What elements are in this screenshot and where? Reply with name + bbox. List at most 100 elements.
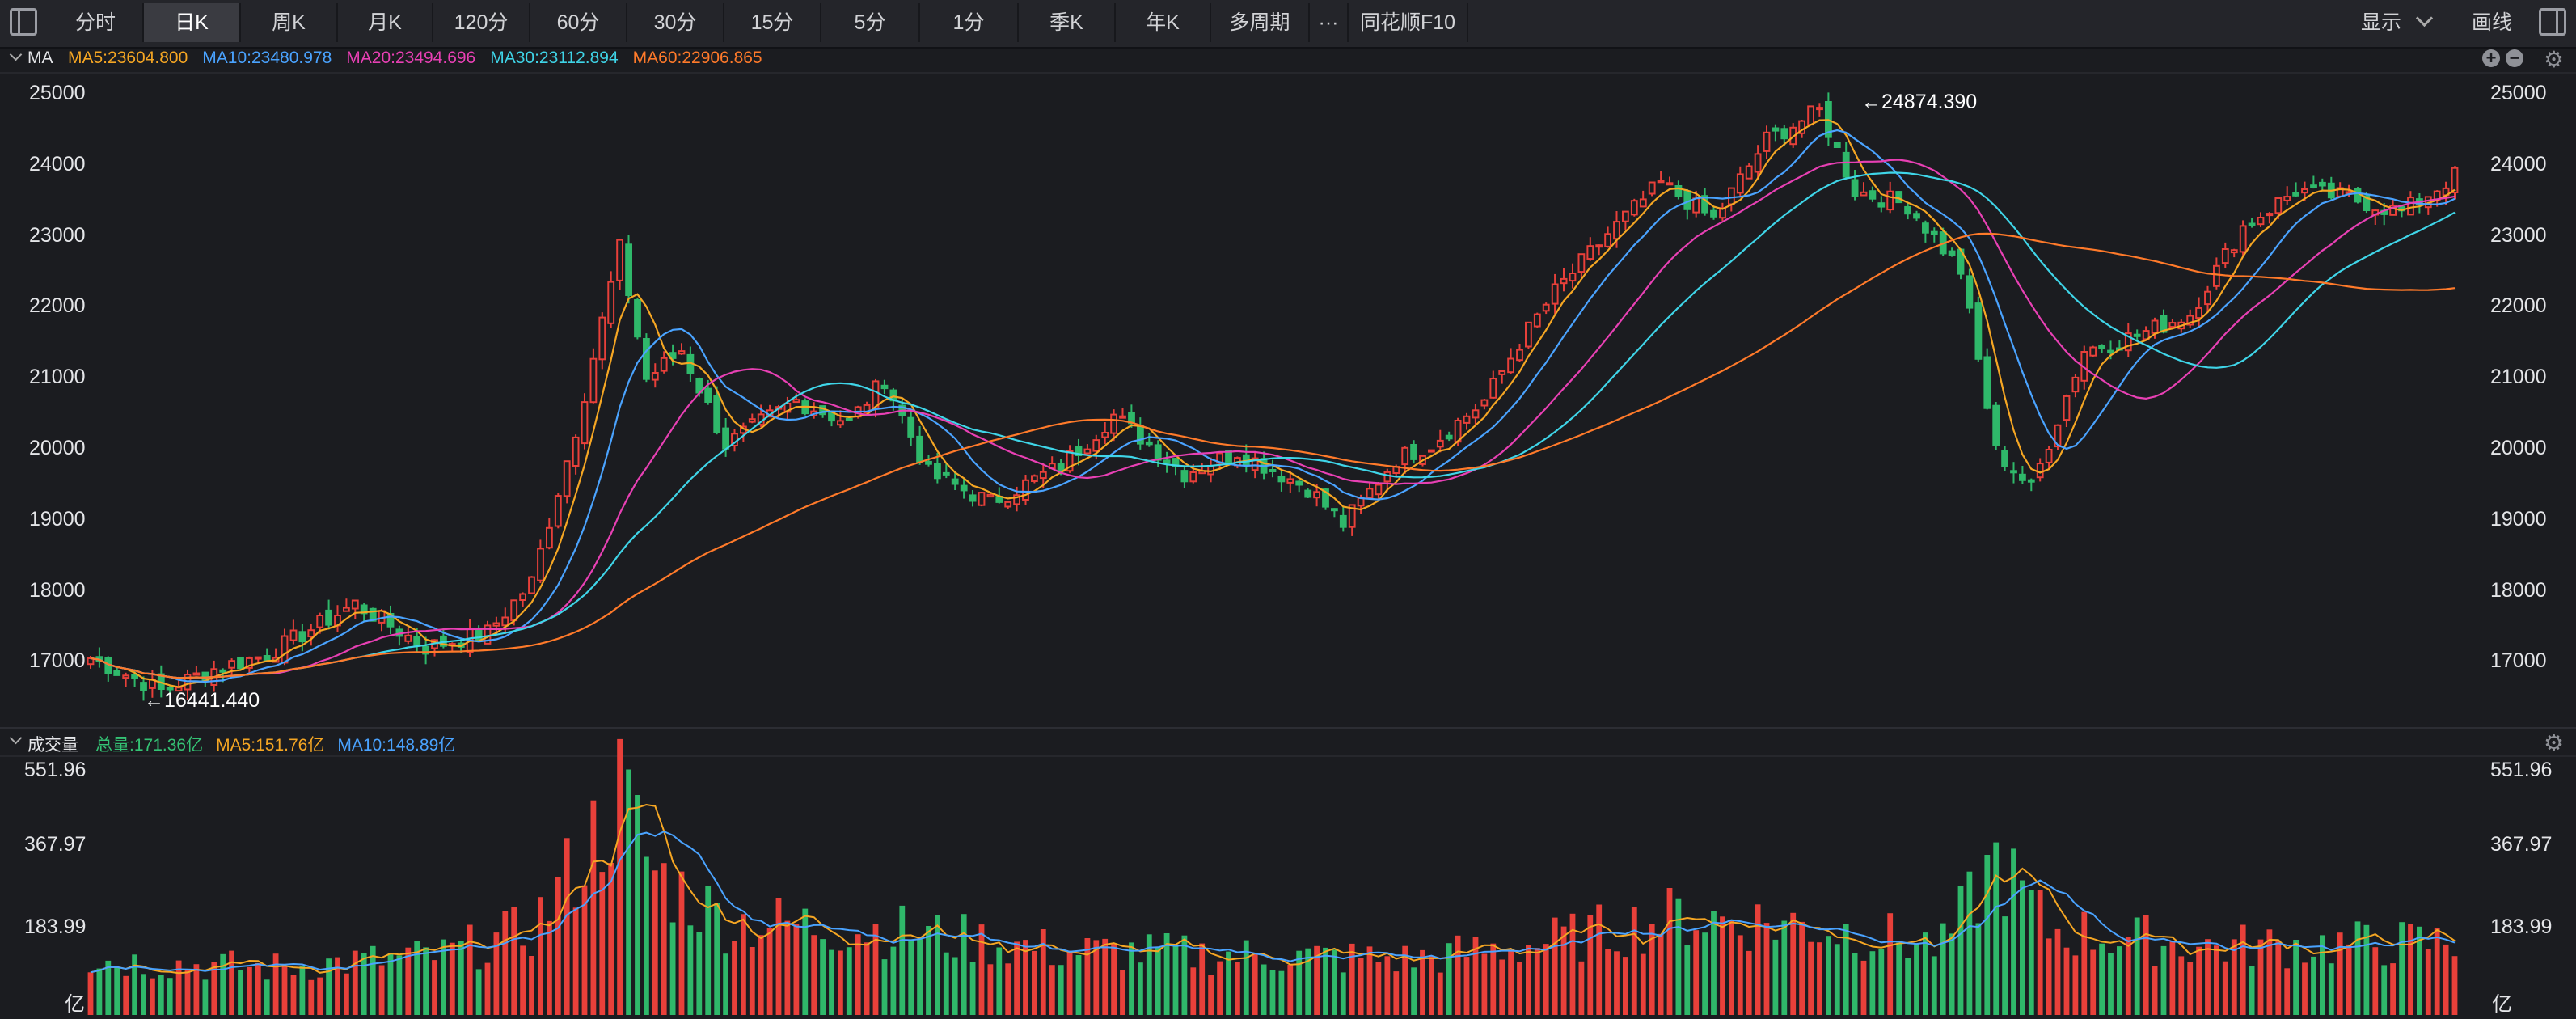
candle-body xyxy=(925,460,932,465)
volume-bar xyxy=(1923,932,1928,1015)
candle-body xyxy=(546,526,553,549)
candle-body xyxy=(1851,179,1859,197)
volume-bar xyxy=(2346,944,2352,1015)
volume-bar xyxy=(529,956,534,1015)
volume-bar xyxy=(1966,871,1973,1015)
volume-bar xyxy=(996,947,1003,1015)
price-tick-right: 18000 xyxy=(2490,578,2547,602)
volume-bar xyxy=(1799,921,1805,1015)
volume-bar xyxy=(1605,949,1611,1015)
candle-body xyxy=(263,655,271,662)
candle-body xyxy=(1428,449,1435,453)
candle-body xyxy=(1807,105,1814,126)
volume-bar xyxy=(978,924,985,1015)
volume-bar xyxy=(2266,929,2273,1015)
candle-body xyxy=(1092,439,1100,452)
candle-body xyxy=(598,316,606,361)
candle-body xyxy=(1339,514,1347,528)
volume-bar xyxy=(2028,890,2034,1015)
volume-bar xyxy=(158,975,164,1015)
candle-body xyxy=(1083,448,1092,455)
volume-bar xyxy=(935,915,940,1015)
volume-bar xyxy=(87,972,94,1015)
candle-body xyxy=(1383,471,1391,483)
candle-body xyxy=(1666,182,1674,186)
volume-bar xyxy=(2108,953,2114,1015)
price-tick-right: 17000 xyxy=(2490,649,2547,673)
volume-bar xyxy=(793,924,800,1015)
candle-body xyxy=(1119,415,1126,419)
volume-bar xyxy=(1208,975,1214,1015)
volume-bar xyxy=(766,928,773,1015)
candle-body xyxy=(2151,319,2159,334)
candle-body xyxy=(2292,192,2299,197)
volume-tick-right: 183.99 xyxy=(2490,915,2553,938)
candle-body xyxy=(2063,395,2071,421)
volume-bar xyxy=(1984,855,1991,1015)
volume-bar xyxy=(678,871,685,1015)
candle-body xyxy=(1560,277,1568,285)
candle-body xyxy=(634,299,641,338)
volume-bar xyxy=(1463,957,1470,1015)
volume-bar xyxy=(1508,949,1514,1015)
volume-bar xyxy=(1005,963,1011,1015)
candle-body xyxy=(2168,322,2177,328)
candle-body xyxy=(228,660,236,669)
low-price-label: ←16441.440 xyxy=(144,689,260,712)
candle-body xyxy=(1445,434,1453,440)
candle-body xyxy=(192,672,201,676)
volume-bar xyxy=(829,949,834,1015)
volume-bar xyxy=(1702,932,1708,1015)
volume-bar xyxy=(2337,932,2343,1015)
candle-body xyxy=(589,357,598,404)
volume-bar xyxy=(255,962,261,1015)
volume-bar xyxy=(2293,940,2299,1015)
volume-bar xyxy=(617,738,623,1015)
volume-bar xyxy=(1049,965,1055,1015)
price-tick-right: 22000 xyxy=(2490,294,2547,318)
candle-body xyxy=(1516,349,1523,362)
candle-body xyxy=(1966,275,1974,309)
candle-body xyxy=(2266,213,2274,217)
volume-bar xyxy=(475,969,482,1015)
candle-body xyxy=(1277,476,1286,483)
candle-body xyxy=(1145,441,1153,446)
candle-body xyxy=(510,599,518,622)
volume-bar xyxy=(2284,968,2291,1015)
candle-body xyxy=(537,548,544,581)
candlestick-chart[interactable] xyxy=(0,0,2576,1019)
volume-bar xyxy=(1826,936,1831,1015)
volume-bar xyxy=(732,941,737,1015)
volume-bar xyxy=(1349,943,1355,1015)
volume-bar xyxy=(458,941,464,1015)
price-tick-left: 25000 xyxy=(29,82,86,104)
volume-bar xyxy=(1905,958,1911,1015)
volume-bar xyxy=(1552,917,1558,1015)
candle-body xyxy=(2001,450,2008,467)
volume-bar xyxy=(2178,956,2185,1015)
candle-body xyxy=(1480,399,1489,407)
volume-bar xyxy=(2311,956,2316,1015)
candle-body xyxy=(1569,273,1577,282)
volume-bar xyxy=(1155,947,1161,1015)
candle-body xyxy=(1410,444,1417,460)
volume-bar xyxy=(272,953,279,1015)
candle-body xyxy=(969,494,977,502)
volume-bar xyxy=(1914,943,1919,1015)
volume-bar xyxy=(1481,953,1488,1015)
volume-bar xyxy=(2257,939,2264,1015)
candle-body xyxy=(343,607,350,612)
volume-tick-left: 551.96 xyxy=(24,759,87,781)
candle-body xyxy=(1586,245,1594,260)
volume-bar xyxy=(2390,963,2396,1015)
volume-bar xyxy=(1763,923,1770,1015)
volume-bar xyxy=(2152,966,2158,1015)
candle-body xyxy=(1860,191,1868,197)
candle-body xyxy=(1613,221,1620,240)
volume-bar xyxy=(1066,950,1073,1015)
candle-body xyxy=(837,420,844,426)
volume-bar xyxy=(890,946,897,1015)
volume-bar xyxy=(1014,941,1020,1015)
candle-body xyxy=(1031,475,1038,483)
candle-body xyxy=(528,576,535,594)
